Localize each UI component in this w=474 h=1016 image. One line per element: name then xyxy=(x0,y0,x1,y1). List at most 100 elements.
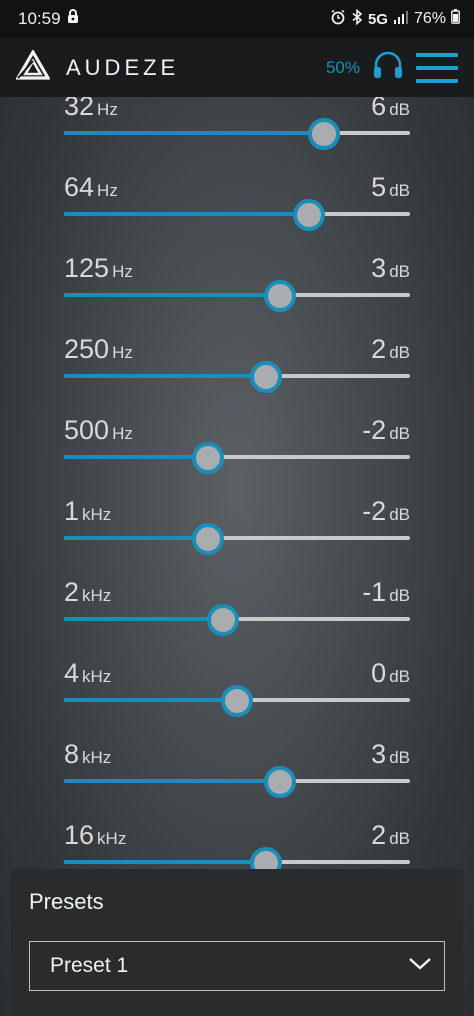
gain-value: 0 xyxy=(371,658,387,688)
band-frequency: 1 kHz xyxy=(64,496,111,536)
headphones-icon[interactable] xyxy=(372,51,404,84)
gain-unit: dB xyxy=(389,829,410,848)
gain-unit: dB xyxy=(389,667,410,686)
eq-band: 64 Hz 5 dB xyxy=(64,172,410,253)
eq-slider-thumb[interactable] xyxy=(293,199,326,231)
frequency-value: 8 xyxy=(64,739,80,769)
band-gain: 0 dB xyxy=(371,658,410,698)
gain-value: -2 xyxy=(362,415,387,445)
chevron-down-icon xyxy=(408,957,432,976)
gain-value: -2 xyxy=(362,496,387,526)
band-gain: 5 dB xyxy=(371,172,410,212)
eq-slider-track[interactable] xyxy=(64,455,410,459)
eq-slider-thumb[interactable] xyxy=(206,604,239,636)
band-frequency: 64 Hz xyxy=(64,172,118,212)
eq-slider-fill xyxy=(64,779,281,783)
eq-band: 8 kHz 3 dB xyxy=(64,739,410,820)
eq-slider-track[interactable] xyxy=(64,779,410,783)
eq-slider-track[interactable] xyxy=(64,212,410,216)
frequency-unit: Hz xyxy=(112,262,133,281)
frequency-value: 64 xyxy=(64,172,95,202)
gain-unit: dB xyxy=(389,100,410,119)
frequency-unit: kHz xyxy=(82,586,112,605)
menu-icon[interactable] xyxy=(416,52,458,83)
gain-value: 2 xyxy=(371,820,387,850)
eq-slider-track[interactable] xyxy=(64,536,410,540)
eq-slider-thumb[interactable] xyxy=(264,766,297,798)
eq-slider-fill xyxy=(64,374,266,378)
volume-level: 50% xyxy=(325,57,360,77)
eq-slider-track[interactable] xyxy=(64,293,410,297)
frequency-value: 2 xyxy=(64,577,80,607)
presets-title: Presets xyxy=(29,889,104,914)
eq-slider-thumb[interactable] xyxy=(264,280,297,312)
preset-dropdown[interactable]: Preset 1 xyxy=(29,941,445,991)
lock-icon xyxy=(67,9,79,29)
bluetooth-icon xyxy=(351,8,363,30)
gain-unit: dB xyxy=(389,748,410,767)
band-gain: 2 dB xyxy=(371,334,410,374)
eq-band: 32 Hz 6 dB xyxy=(64,97,410,172)
band-gain: -1 dB xyxy=(362,577,410,617)
eq-band: 4 kHz 0 dB xyxy=(64,658,410,739)
eq-band: 2 kHz -1 dB xyxy=(64,577,410,658)
gain-value: -1 xyxy=(362,577,387,607)
eq-band: 500 Hz -2 dB xyxy=(64,415,410,496)
frequency-unit: Hz xyxy=(112,343,133,362)
frequency-value: 500 xyxy=(64,415,110,445)
eq-slider-thumb[interactable] xyxy=(249,847,282,869)
signal-icon xyxy=(393,10,409,29)
band-gain: 3 dB xyxy=(371,739,410,779)
eq-slider-fill xyxy=(64,455,209,459)
app-bar: AUDEZE 50% xyxy=(0,38,474,97)
eq-band: 125 Hz 3 dB xyxy=(64,253,410,334)
band-frequency: 4 kHz xyxy=(64,658,111,698)
band-frequency: 16 kHz xyxy=(64,820,126,860)
eq-slider-track[interactable] xyxy=(64,131,410,135)
band-frequency: 500 Hz xyxy=(64,415,133,455)
eq-slider-thumb[interactable] xyxy=(192,442,225,474)
eq-slider-fill xyxy=(64,536,209,540)
gain-unit: dB xyxy=(389,424,410,443)
frequency-value: 250 xyxy=(64,334,110,364)
preset-selected-value: Preset 1 xyxy=(50,954,129,977)
frequency-unit: kHz xyxy=(82,667,112,686)
frequency-unit: kHz xyxy=(82,505,112,524)
eq-slider-fill xyxy=(64,131,324,135)
equalizer: 32 Hz 6 dB 64 Hz 5 dB 125 Hz 3 dB 250 Hz 2 dB 500 Hz -2 dB 1… xyxy=(0,97,474,869)
brand-name: AUDEZE xyxy=(66,54,180,80)
eq-slider-fill xyxy=(64,617,223,621)
band-gain: 3 dB xyxy=(371,253,410,293)
band-frequency: 32 Hz xyxy=(64,97,118,131)
eq-slider-thumb[interactable] xyxy=(249,361,282,393)
eq-slider-track[interactable] xyxy=(64,860,410,864)
status-time: 10:59 xyxy=(18,9,61,28)
frequency-value: 1 xyxy=(64,496,80,526)
band-gain: -2 dB xyxy=(362,496,410,536)
band-frequency: 2 kHz xyxy=(64,577,111,617)
band-frequency: 125 Hz xyxy=(64,253,133,293)
frequency-value: 4 xyxy=(64,658,80,688)
band-gain: 6 dB xyxy=(371,97,410,131)
frequency-unit: Hz xyxy=(112,424,133,443)
frequency-unit: Hz xyxy=(97,100,118,119)
band-gain: -2 dB xyxy=(362,415,410,455)
eq-slider-thumb[interactable] xyxy=(221,685,253,717)
network-type: 5G xyxy=(367,10,388,28)
eq-band: 16 kHz 2 dB xyxy=(64,820,410,869)
frequency-value: 32 xyxy=(64,97,95,121)
brand: AUDEZE xyxy=(15,48,180,85)
gain-unit: dB xyxy=(389,262,410,281)
frequency-unit: kHz xyxy=(97,829,127,848)
eq-slider-thumb[interactable] xyxy=(192,523,225,555)
eq-band: 1 kHz -2 dB xyxy=(64,496,410,577)
eq-slider-fill xyxy=(64,860,266,864)
eq-slider-track[interactable] xyxy=(64,374,410,378)
alarm-icon xyxy=(330,9,346,30)
battery-icon xyxy=(451,9,460,29)
gain-unit: dB xyxy=(389,505,410,524)
presets-panel: Presets Preset 1 xyxy=(11,869,463,1016)
eq-slider-thumb[interactable] xyxy=(307,118,340,150)
gain-value: 3 xyxy=(371,253,387,283)
gain-value: 5 xyxy=(371,172,387,202)
